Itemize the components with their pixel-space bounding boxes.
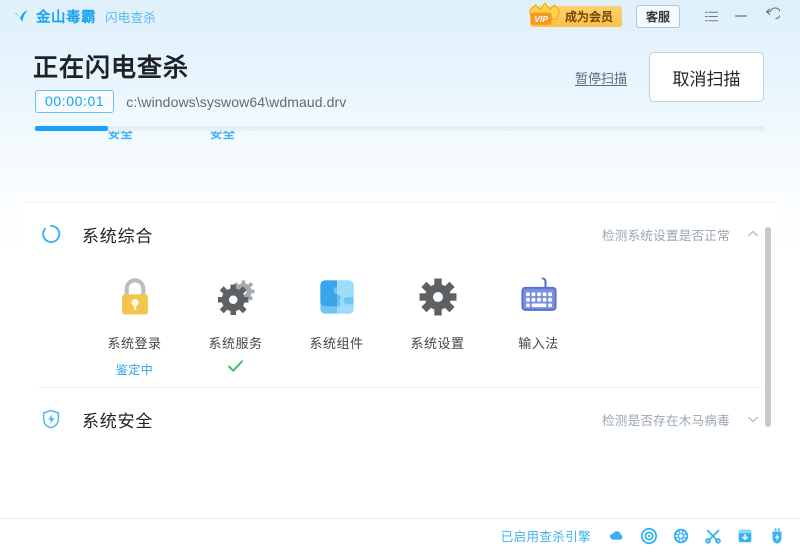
- restore-icon[interactable]: [756, 3, 786, 29]
- progress-stage-labels: 安全 安全: [35, 131, 765, 141]
- vip-crown-icon: VIP: [526, 0, 564, 27]
- brand: 金山毒霸 闪电查杀: [0, 6, 156, 27]
- progress-stage-label: 安全: [210, 131, 236, 141]
- results-card: 系统综合 检测系统设置是否正常 系统登录 鉴定中 系统服务 系统组件 系统设置 …: [22, 202, 778, 514]
- section-header-system-overview[interactable]: 系统综合 检测系统设置是否正常: [22, 203, 778, 265]
- shield-bolt-icon: [40, 408, 62, 430]
- scan-status-line: 00:00:01 c:\windows\syswow64\wdmaud.drv: [35, 90, 346, 113]
- section-title: 系统安全: [82, 411, 154, 431]
- check-item-label: 系统设置: [410, 336, 465, 351]
- section-header-right: 检测是否存在木马病毒: [602, 410, 760, 429]
- check-item-label: 系统服务: [208, 336, 263, 351]
- page-title: 正在闪电查杀: [33, 54, 190, 82]
- usb-shield-icon[interactable]: [767, 526, 786, 545]
- virus-globe-icon[interactable]: [671, 526, 690, 545]
- archive-icon[interactable]: [735, 526, 754, 545]
- spiral-engine-icon[interactable]: [639, 526, 658, 545]
- customer-support-button[interactable]: 客服: [635, 4, 680, 28]
- lock-icon: [109, 271, 161, 323]
- results-scrollbar[interactable]: [765, 227, 771, 427]
- scan-current-path: c:\windows\syswow64\wdmaud.drv: [126, 93, 347, 110]
- section-header-system-security[interactable]: 系统安全 检测是否存在木马病毒: [22, 388, 778, 450]
- status-bar: 已启用查杀引擎: [0, 518, 800, 552]
- gear-icon: [412, 271, 464, 323]
- title-bar: 金山毒霸 闪电查杀 VIP 成为会员 客服: [0, 0, 800, 32]
- gears-icon: [210, 271, 262, 323]
- scan-timer: 00:00:01: [35, 90, 115, 113]
- app-window: 金山毒霸 闪电查杀 VIP 成为会员 客服 正在闪电查杀 暂停扫描 取消扫描 0…: [0, 0, 800, 552]
- spinner-icon: [40, 223, 62, 245]
- brand-subtitle: 闪电查杀: [105, 10, 157, 25]
- become-member-button[interactable]: VIP 成为会员: [529, 1, 622, 27]
- check-item-label: 系统组件: [309, 336, 364, 351]
- chevron-down-icon[interactable]: [746, 412, 760, 426]
- engine-status-label: 已启用查杀引擎: [500, 530, 591, 544]
- check-item-system-settings[interactable]: 系统设置: [387, 271, 488, 375]
- progress-stage-label: 安全: [108, 131, 134, 141]
- check-item-label: 输入法: [518, 336, 559, 351]
- check-item-label: 系统登录: [107, 336, 162, 351]
- section-hint: 检测系统设置是否正常: [601, 228, 730, 243]
- customer-support-label: 客服: [645, 9, 670, 24]
- puzzle-icon: [311, 271, 363, 323]
- kingsoft-logo-icon: [13, 8, 30, 25]
- tools-icon[interactable]: [703, 526, 722, 545]
- become-member-label: 成为会员: [564, 9, 613, 24]
- system-overview-items: 系统登录 鉴定中 系统服务 系统组件 系统设置 输入法: [22, 265, 778, 387]
- check-item-state: 鉴定中: [115, 363, 154, 377]
- check-item-system-login[interactable]: 系统登录 鉴定中: [84, 271, 185, 377]
- section-hint: 检测是否存在木马病毒: [601, 413, 730, 428]
- check-item-input-method[interactable]: 输入法: [488, 271, 589, 375]
- chevron-up-icon[interactable]: [746, 227, 760, 241]
- check-item-system-component[interactable]: 系统组件: [286, 271, 387, 375]
- scan-actions: 暂停扫描 取消扫描: [575, 52, 764, 102]
- pause-scan-link[interactable]: 暂停扫描: [575, 68, 627, 87]
- titlebar-actions: VIP 成为会员 客服: [529, 1, 800, 29]
- cancel-scan-button[interactable]: 取消扫描: [649, 52, 764, 102]
- keyboard-icon: [513, 271, 565, 323]
- section-title: 系统综合: [82, 226, 154, 246]
- section-header-right: 检测系统设置是否正常: [602, 225, 760, 244]
- cancel-scan-label: 取消扫描: [672, 69, 741, 89]
- check-ok-icon: [227, 359, 244, 373]
- brand-name: 金山毒霸: [36, 9, 96, 26]
- minimize-icon[interactable]: [726, 3, 756, 29]
- svg-text:VIP: VIP: [534, 14, 548, 24]
- menu-icon[interactable]: [696, 3, 726, 29]
- check-item-system-service[interactable]: 系统服务: [185, 271, 286, 375]
- cloud-icon[interactable]: [607, 526, 626, 545]
